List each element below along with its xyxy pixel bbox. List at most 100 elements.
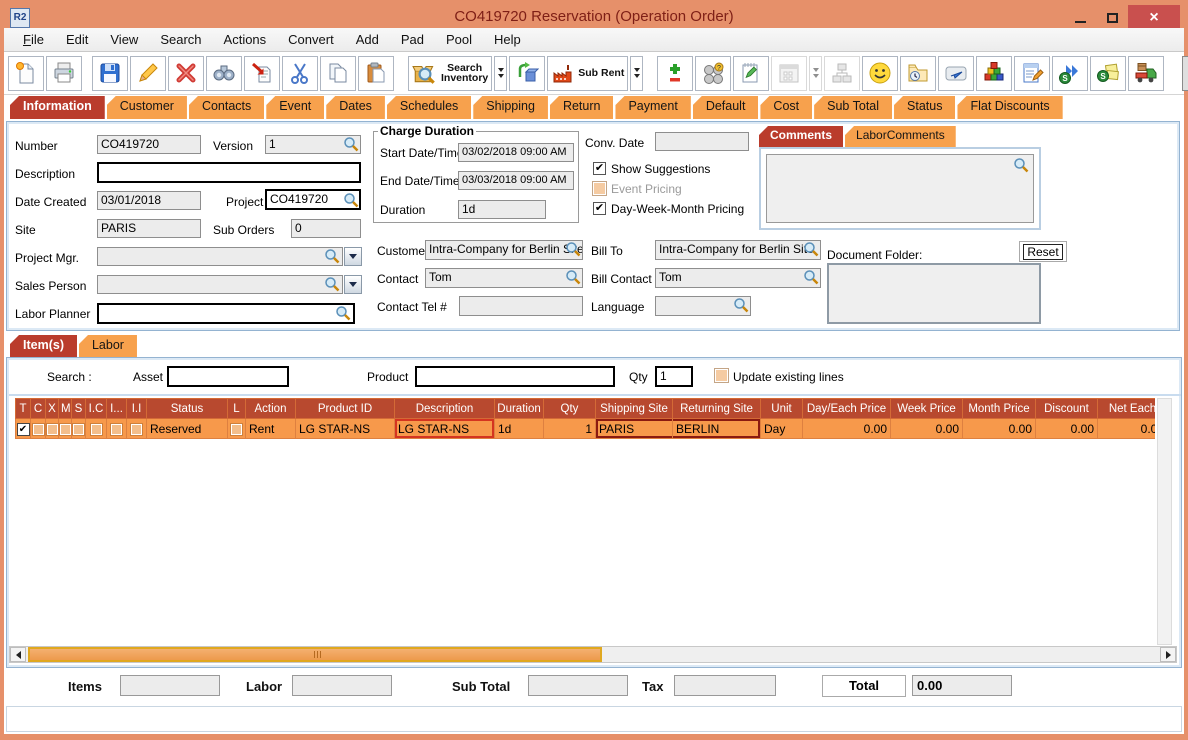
comments-field[interactable] [766,154,1034,223]
quickbooks-export-button[interactable]: S [1052,55,1089,91]
sub-rent-dropdown[interactable] [630,55,644,91]
copy-button[interactable] [320,55,356,91]
tab-flat-discounts[interactable]: Flat Discounts [957,96,1063,119]
find-button[interactable] [206,55,242,91]
tab-labor[interactable]: Labor [78,335,137,358]
menu-item-actions[interactable]: Actions [213,29,278,50]
tab-status[interactable]: Status [894,96,956,119]
notes-button[interactable] [733,55,770,91]
tab-cost[interactable]: Cost [760,96,813,119]
bill-to-field[interactable]: Intra-Company for Berlin Site [655,240,821,260]
language-search-icon[interactable] [733,297,749,313]
day-week-month-pricing-checkbox[interactable]: ✔ [593,202,606,215]
save-button[interactable] [92,55,128,91]
search-inventory-button[interactable]: Search Inventory [408,55,493,91]
event-pricing-checkbox[interactable] [593,182,606,195]
table-vertical-scrollbar[interactable] [1157,398,1172,645]
cell-product-id[interactable]: LG STAR-NS [295,418,395,439]
sales-person-search-icon[interactable] [324,276,340,292]
cell-month-price[interactable]: 0.00 [962,418,1036,439]
cell-status[interactable]: Reserved [146,418,228,439]
quickbooks-notes-button[interactable]: S [1090,55,1127,91]
row-checkbox-x[interactable] [46,423,58,435]
row-checkbox-i-c[interactable] [90,423,102,435]
calendar-dropdown[interactable] [809,55,823,91]
show-suggestions-checkbox[interactable]: ✔ [593,162,606,175]
cell-duration[interactable]: 1d [494,418,544,439]
table-horizontal-scrollbar[interactable] [9,646,1177,663]
labor-planner-field[interactable] [97,303,355,324]
convert-button[interactable] [509,55,546,91]
quick-actions-button[interactable] [1182,55,1188,91]
contact-tel-field[interactable] [459,296,583,316]
tab-schedules[interactable]: Schedules [386,96,472,119]
asset-input[interactable] [167,366,289,387]
tab-dates[interactable]: Dates [326,96,385,119]
menu-item-edit[interactable]: Edit [55,29,99,50]
row-checkbox-c[interactable] [32,423,44,435]
labor-planner-search-icon[interactable] [335,305,351,321]
reset-button[interactable]: Reset [1019,241,1067,262]
row-checkbox-m[interactable] [59,423,71,435]
add-lines-button[interactable] [657,55,694,91]
history-folder-button[interactable] [900,55,937,91]
cell-description[interactable]: LG STAR-NS [394,418,495,439]
conv-date-field[interactable] [655,132,749,151]
edit-document-button[interactable] [1014,55,1051,91]
cell-week-price[interactable]: 0.00 [890,418,963,439]
cell-unit[interactable]: Day [760,418,803,439]
update-existing-lines-checkbox[interactable] [715,369,728,382]
customer-field[interactable]: Intra-Company for Berlin Site [425,240,583,260]
tab-shipping[interactable]: Shipping [473,96,548,119]
menu-item-add[interactable]: Add [345,29,390,50]
row-checkbox-t[interactable]: ✔ [17,423,29,435]
row-checkbox-i[interactable] [111,423,122,435]
send-button[interactable] [938,55,975,91]
tab-return[interactable]: Return [549,96,614,119]
sub-orders-field[interactable]: 0 [291,219,361,238]
copy-order-button[interactable] [244,55,280,91]
tab-information[interactable]: Information [10,96,105,119]
group-options-button[interactable]: ? [695,55,732,91]
tab-default[interactable]: Default [692,96,759,119]
date-created-field[interactable]: 03/01/2018 [97,191,201,210]
tab-laborcomments[interactable]: LaborComments [845,126,956,147]
paste-button[interactable] [358,55,394,91]
cell-discount[interactable]: 0.00 [1035,418,1098,439]
scroll-left-button[interactable] [10,647,26,662]
logistics-button[interactable] [1128,55,1165,91]
row-checkbox-i-i[interactable] [131,423,142,435]
product-input[interactable] [415,366,615,387]
description-field[interactable] [97,162,361,183]
inventory-blocks-button[interactable] [976,55,1013,91]
site-field[interactable]: PARIS [97,219,201,238]
calendar-button[interactable] [771,55,808,91]
org-chart-button[interactable] [824,55,861,91]
new-order-button[interactable] [8,55,44,91]
qty-input[interactable]: 1 [655,366,693,387]
sub-rent-button[interactable]: Sub Rent [547,55,629,91]
customer-search-icon[interactable] [565,241,581,257]
menu-item-pool[interactable]: Pool [435,29,483,50]
cell-qty[interactable]: 1 [543,418,596,439]
version-search-icon[interactable] [343,136,359,152]
menu-item-view[interactable]: View [99,29,149,50]
menu-item-search[interactable]: Search [149,29,212,50]
tab-item-s[interactable]: Item(s) [10,335,77,358]
cell-day-each-price[interactable]: 0.00 [802,418,891,439]
document-folder-field[interactable] [827,263,1041,324]
duration-field[interactable]: 1d [458,200,546,219]
end-date-field[interactable]: 03/03/2018 09:00 AM [458,171,574,190]
feedback-button[interactable] [862,55,899,91]
bill-to-search-icon[interactable] [803,241,819,257]
cell-action[interactable]: Rent [245,418,296,439]
bill-contact-search-icon[interactable] [803,269,819,285]
project-mgr-search-icon[interactable] [324,248,340,264]
menu-item-help[interactable]: Help [483,29,532,50]
bill-contact-field[interactable]: Tom [655,268,821,288]
project-search-icon[interactable] [343,192,359,208]
comments-search-icon[interactable] [1013,157,1029,173]
delete-button[interactable] [168,55,204,91]
contact-search-icon[interactable] [565,269,581,285]
tab-event[interactable]: Event [266,96,325,119]
